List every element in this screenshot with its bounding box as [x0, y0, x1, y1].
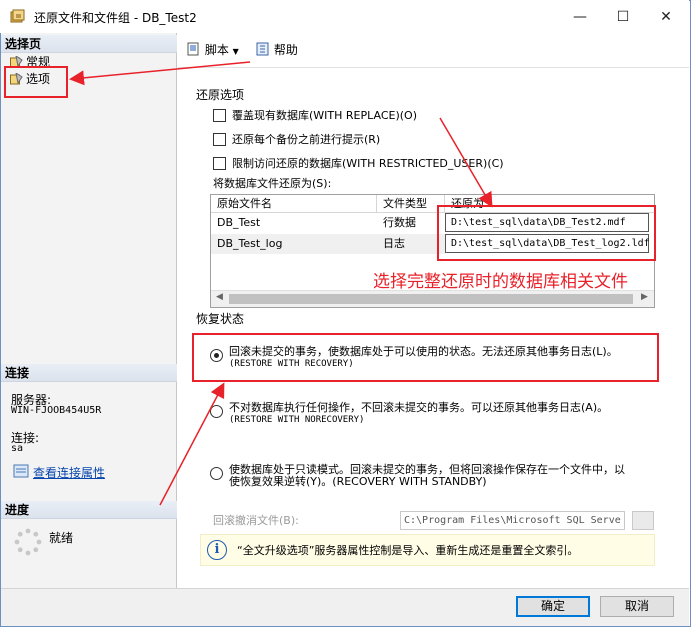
grid-header-type[interactable]: 文件类型: [377, 195, 445, 213]
progress-header: 进度: [1, 501, 177, 519]
script-button-label: 脚本: [204, 43, 229, 57]
script-button[interactable]: 脚本 ▼: [187, 41, 239, 58]
progress-status: 就绪: [49, 531, 74, 545]
title-bar: 还原文件和文件组 - DB_Test2 — ☐ ✕: [0, 0, 689, 33]
view-connection-properties-link[interactable]: 查看连接属性: [33, 464, 105, 481]
info-icon: i: [207, 540, 227, 560]
grid-horizontal-scrollbar[interactable]: ◀ ▶: [211, 290, 654, 307]
database-restore-icon: [10, 9, 25, 23]
annotation-box-restore-paths: [437, 205, 656, 261]
restore-options-title: 还原选项: [196, 88, 245, 102]
connection-header: 连接: [1, 364, 177, 382]
grid-row-1-type: 行数据: [383, 216, 416, 229]
standby-sublabel: 使恢复效果逆转(Y)。(RECOVERY WITH STANDBY): [229, 475, 487, 488]
scrollbar-thumb[interactable]: [229, 294, 633, 304]
overwrite-checkbox[interactable]: 覆盖现有数据库(WITH REPLACE)(O): [213, 107, 417, 123]
scroll-right-icon[interactable]: ▶: [641, 292, 648, 302]
restrict-access-checkbox-box[interactable]: [213, 156, 226, 170]
prompt-checkbox-box[interactable]: [213, 132, 226, 146]
ok-button[interactable]: 确定: [516, 596, 590, 617]
restore-as-label: 将数据库文件还原为(S):: [213, 177, 332, 190]
maximize-button[interactable]: ☐: [609, 6, 637, 28]
connection-properties-icon: [13, 464, 29, 478]
annotation-callout-text: 选择完整还原时的数据库相关文件: [373, 272, 628, 292]
scroll-left-icon[interactable]: ◀: [216, 292, 223, 302]
cancel-button[interactable]: 取消: [600, 596, 674, 617]
overwrite-checkbox-label: 覆盖现有数据库(WITH REPLACE)(O): [232, 109, 418, 122]
info-bar: i “全文升级选项”服务器属性控制是导入、重新生成还是重置全文索引。: [200, 534, 655, 566]
window-title: 还原文件和文件组 - DB_Test2: [34, 11, 197, 25]
recovery-state-title: 恢复状态: [196, 312, 245, 326]
help-button[interactable]: 帮助: [256, 41, 298, 58]
prompt-checkbox-label: 还原每个备份之前进行提示(R): [232, 133, 381, 146]
norecovery-label: 不对数据库执行任何操作，不回滚未提交的事务。可以还原其他事务日志(A)。: [229, 401, 609, 414]
grid-row-2-type: 日志: [377, 234, 445, 254]
undo-file-input[interactable]: C:\Program Files\Microsoft SQL Serve: [400, 511, 625, 530]
undo-file-browse-button[interactable]: [632, 511, 654, 530]
select-page-header: 选择页: [1, 35, 177, 53]
recovery-option-standby[interactable]: 使数据库处于只读模式。回滚未提交的事务，但将回滚操作保存在一个文件中，以 使恢复效…: [210, 464, 625, 488]
restrict-access-checkbox-label: 限制访问还原的数据库(WITH RESTRICTED_USER)(C): [232, 157, 504, 170]
chevron-down-icon: ▼: [232, 47, 239, 56]
restrict-access-checkbox[interactable]: 限制访问还原的数据库(WITH RESTRICTED_USER)(C): [213, 155, 504, 171]
recovery-option-norecovery[interactable]: 不对数据库执行任何操作，不回滚未提交的事务。可以还原其他事务日志(A)。 (RES…: [210, 402, 608, 426]
connect-value: sa: [11, 443, 24, 454]
help-icon: [256, 42, 269, 56]
server-value: WIN-FJOOB454U5R: [11, 405, 102, 416]
progress-spinner-icon: [14, 528, 42, 556]
norecovery-sublabel: (RESTORE WITH NORECOVERY): [229, 415, 365, 425]
left-panel: 选择页 常规 选项 连接 服务器: WIN-FJOOB454U5R 连接: sa…: [1, 33, 177, 588]
prompt-checkbox[interactable]: 还原每个备份之前进行提示(R): [213, 131, 380, 147]
overwrite-checkbox-box[interactable]: [213, 108, 226, 122]
grid-row-2-original: DB_Test_log: [211, 234, 377, 254]
radio-norecovery[interactable]: [210, 405, 223, 418]
annotation-box-recovery: [192, 333, 659, 382]
close-button[interactable]: ✕: [652, 6, 680, 28]
radio-standby[interactable]: [210, 467, 223, 480]
help-button-label: 帮助: [273, 43, 298, 57]
toolbar-divider: [178, 67, 689, 68]
minimize-button[interactable]: —: [566, 6, 594, 28]
grid-header-original[interactable]: 原始文件名: [211, 195, 377, 213]
annotation-box-options: [4, 66, 68, 98]
undo-file-label: 回滚撤消文件(B):: [213, 514, 299, 527]
info-text: “全文升级选项”服务器属性控制是导入、重新生成还是重置全文索引。: [237, 544, 579, 557]
script-icon: [187, 42, 199, 56]
grid-row-1-original: DB_Test: [217, 216, 261, 229]
